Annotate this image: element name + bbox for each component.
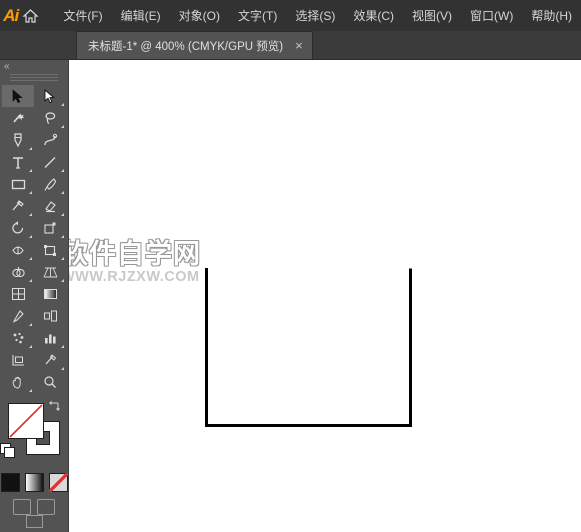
slice-tool[interactable] — [34, 349, 66, 371]
illustrator-window: Ai 文件(F) 编辑(E) 对象(O) 文字(T) 选择(S) 效果(C) 视… — [0, 0, 581, 532]
tool-more-indicator — [61, 235, 64, 239]
menu-item-edit[interactable]: 编辑(E) — [112, 3, 170, 28]
document-tab-bar: 未标题-1* @ 400% (CMYK/GPU 预览) × — [0, 31, 581, 60]
lasso-tool[interactable] — [34, 107, 66, 129]
gradient-tool[interactable] — [34, 283, 66, 305]
menu-item-window[interactable]: 窗口(W) — [461, 3, 522, 28]
fill-stroke-controls — [0, 399, 68, 471]
mesh-tool[interactable] — [2, 283, 34, 305]
tool-more-indicator — [29, 147, 32, 151]
magic-wand-tool[interactable] — [2, 107, 34, 129]
tool-more-indicator — [29, 323, 32, 327]
workspace: « 软件自学网 WWW.RJZXW.COM — [0, 60, 581, 532]
symbol-sprayer-tool[interactable] — [2, 327, 34, 349]
menu-item-view[interactable]: 视图(V) — [403, 3, 461, 28]
color-mode-buttons — [0, 473, 68, 492]
watermark-title: 软件自学网 — [69, 239, 201, 269]
tool-more-indicator — [29, 279, 32, 283]
menu-item-help[interactable]: 帮助(H) — [522, 3, 581, 28]
tool-more-indicator — [29, 345, 32, 349]
tools-panel-footer — [0, 515, 68, 532]
fill-swatch[interactable] — [8, 403, 44, 440]
none-mode-swatch[interactable] — [48, 473, 68, 492]
tools-panel: « — [0, 60, 69, 532]
default-fill-mini — [4, 447, 15, 459]
hand-tool[interactable] — [2, 371, 34, 393]
swap-fill-stroke-icon[interactable] — [48, 399, 62, 413]
tool-more-indicator — [61, 191, 64, 195]
tool-more-indicator — [61, 257, 64, 261]
tool-more-indicator — [61, 213, 64, 217]
gradient-mode-swatch[interactable] — [24, 473, 44, 492]
tool-more-indicator — [61, 125, 64, 129]
tool-more-indicator — [29, 235, 32, 239]
tool-more-indicator — [61, 103, 64, 107]
menu-items: 文件(F) 编辑(E) 对象(O) 文字(T) 选择(S) 效果(C) 视图(V… — [54, 3, 581, 28]
shape-builder-tool[interactable] — [2, 261, 34, 283]
menu-item-object[interactable]: 对象(O) — [170, 3, 229, 28]
app-logo: Ai — [3, 5, 19, 25]
tool-more-indicator — [29, 169, 32, 173]
artboard-tool[interactable] — [2, 349, 34, 371]
document-tab-title: 未标题-1* @ 400% (CMYK/GPU 预览) — [88, 40, 284, 53]
tool-more-indicator — [29, 191, 32, 195]
toggle-panels-icon[interactable] — [37, 499, 55, 515]
menu-item-type[interactable]: 文字(T) — [229, 3, 286, 28]
free-transform-tool[interactable] — [34, 239, 66, 261]
home-icon[interactable] — [21, 0, 40, 31]
canvas[interactable]: 软件自学网 WWW.RJZXW.COM — [69, 60, 581, 532]
tool-more-indicator — [61, 279, 64, 283]
type-tool[interactable] — [2, 151, 34, 173]
line-segment-tool[interactable] — [34, 151, 66, 173]
tool-more-indicator — [61, 367, 64, 371]
drawn-path[interactable] — [69, 60, 581, 532]
selection-tool[interactable] — [2, 85, 34, 108]
tools-panel-grip[interactable] — [10, 73, 58, 83]
rectangle-tool[interactable] — [2, 173, 34, 195]
menu-bar: Ai 文件(F) 编辑(E) 对象(O) 文字(T) 选择(S) 效果(C) 视… — [0, 0, 581, 31]
menu-item-effect[interactable]: 效果(C) — [344, 3, 403, 28]
color-mode-swatch[interactable] — [0, 473, 20, 492]
scale-tool[interactable] — [34, 217, 66, 239]
tab-bar-spacer — [0, 31, 76, 59]
width-tool[interactable] — [2, 239, 34, 261]
tool-more-indicator — [29, 389, 32, 393]
blend-tool[interactable] — [34, 305, 66, 327]
document-tab[interactable]: 未标题-1* @ 400% (CMYK/GPU 预览) × — [76, 31, 313, 59]
watermark: 软件自学网 WWW.RJZXW.COM — [69, 232, 201, 285]
shaper-tool[interactable] — [2, 195, 34, 217]
edit-toolbar-icon[interactable] — [25, 515, 43, 528]
fill-swatch-slash — [9, 404, 43, 438]
tool-more-indicator — [29, 213, 32, 217]
paintbrush-tool[interactable] — [34, 173, 66, 195]
screen-mode-buttons — [0, 499, 68, 515]
direct-selection-tool[interactable] — [34, 85, 66, 107]
tool-more-indicator — [61, 169, 64, 173]
tool-more-indicator — [61, 345, 64, 349]
menu-item-file[interactable]: 文件(F) — [54, 3, 111, 28]
watermark-subtitle: WWW.RJZXW.COM — [69, 269, 200, 285]
change-screen-mode-icon[interactable] — [13, 499, 31, 515]
eraser-tool[interactable] — [34, 195, 66, 217]
perspective-grid-tool[interactable] — [34, 261, 66, 283]
close-icon[interactable]: × — [295, 39, 303, 52]
tool-more-indicator — [29, 257, 32, 261]
tool-grid — [0, 85, 68, 393]
pen-tool[interactable] — [2, 129, 34, 151]
menu-item-select[interactable]: 选择(S) — [286, 3, 344, 28]
curvature-tool[interactable] — [34, 129, 66, 151]
zoom-tool[interactable] — [34, 371, 66, 393]
rotate-tool[interactable] — [2, 217, 34, 239]
eyedropper-tool[interactable] — [2, 305, 34, 327]
column-graph-tool[interactable] — [34, 327, 66, 349]
default-fill-stroke-icon[interactable] — [0, 443, 15, 459]
tools-panel-collapse[interactable]: « — [0, 60, 68, 74]
